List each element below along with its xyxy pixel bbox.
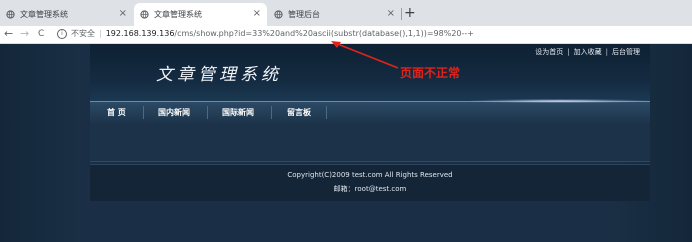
add-favorite-link[interactable]: 加入收藏 bbox=[574, 48, 602, 56]
globe-icon bbox=[274, 10, 283, 19]
tab-1[interactable]: 文章管理系统 × bbox=[0, 3, 133, 26]
back-icon[interactable]: ← bbox=[4, 27, 13, 41]
menu-highlight bbox=[470, 99, 650, 103]
address-bar[interactable]: i 不安全 | 192.168.139.136/cms/show.php?id=33%… bbox=[57, 27, 687, 41]
site-container: 设为首页 | 加入收藏 | 后台管理 文章管理系统 页面不正常 首 页 国内新闻 国际新… bbox=[90, 44, 650, 242]
url-host: 192.168.139.136 bbox=[105, 29, 175, 38]
browser-toolbar: ← → C i 不安全 | 192.168.139.136/cms/show.php?… bbox=[0, 26, 692, 44]
tab-2-title: 文章管理系统 bbox=[154, 10, 202, 19]
tab-3-title: 管理后台 bbox=[288, 10, 320, 19]
menu-item-domestic-news[interactable]: 国内新闻 bbox=[158, 102, 190, 123]
info-icon[interactable]: i bbox=[57, 28, 67, 39]
admin-link[interactable]: 后台管理 bbox=[612, 48, 640, 56]
globe-icon bbox=[140, 10, 149, 19]
url-path: /cms/show.php?id=33%20and%20ascii(substr… bbox=[174, 29, 474, 38]
menu-item-international-news[interactable]: 国际新闻 bbox=[222, 102, 254, 123]
content-area bbox=[90, 123, 650, 162]
tab-2-active[interactable]: 文章管理系统 × bbox=[134, 3, 267, 26]
copyright-text: Copyright(C)2009 test.com All Rights Res… bbox=[287, 171, 453, 179]
top-links: 设为首页 | 加入收藏 | 后台管理 bbox=[535, 48, 640, 56]
forward-icon[interactable]: → bbox=[20, 27, 29, 41]
tab-strip: 文章管理系统 × 文章管理系统 × 管理后台 × + bbox=[0, 0, 692, 26]
menu-item-home[interactable]: 首 页 bbox=[107, 102, 126, 123]
tab-separator bbox=[401, 8, 402, 20]
annotation-text: 页面不正常 bbox=[400, 66, 461, 80]
close-icon[interactable]: × bbox=[119, 8, 127, 20]
menu-item-guestbook[interactable]: 留言板 bbox=[287, 102, 311, 123]
security-label: 不安全 bbox=[71, 29, 95, 38]
site-title: 文章管理系统 bbox=[156, 65, 282, 85]
tab-3[interactable]: 管理后台 × bbox=[268, 3, 401, 26]
site-header: 设为首页 | 加入收藏 | 后台管理 文章管理系统 页面不正常 bbox=[90, 44, 650, 101]
tab-1-title: 文章管理系统 bbox=[20, 10, 68, 19]
new-tab-button[interactable]: + bbox=[404, 5, 416, 21]
site-footer: Copyright(C)2009 test.com All Rights Res… bbox=[90, 164, 650, 201]
address-divider: | bbox=[99, 29, 102, 38]
close-icon[interactable]: × bbox=[253, 8, 261, 20]
globe-icon bbox=[6, 10, 15, 19]
web-page: 设为首页 | 加入收藏 | 后台管理 文章管理系统 页面不正常 首 页 国内新闻 国际新… bbox=[0, 44, 692, 242]
email-text: 邮箱：root@test.com bbox=[333, 185, 407, 193]
close-icon[interactable]: × bbox=[387, 8, 395, 20]
reload-icon[interactable]: C bbox=[38, 27, 44, 41]
main-menu: 首 页 国内新闻 国际新闻 留言板 bbox=[90, 101, 650, 123]
set-homepage-link[interactable]: 设为首页 bbox=[535, 48, 563, 56]
